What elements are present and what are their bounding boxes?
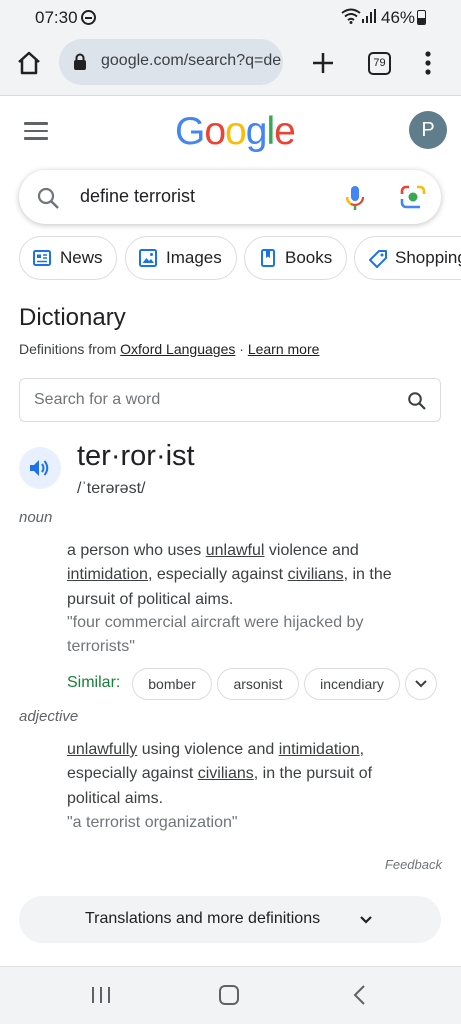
browser-toolbar: google.com/search?q=define+terrorist 79 bbox=[0, 34, 461, 96]
definition-link[interactable]: intimidation bbox=[279, 741, 360, 758]
tag-icon bbox=[369, 250, 387, 268]
definition-link[interactable]: unlawfully bbox=[67, 741, 137, 758]
battery-percentage: 46% bbox=[381, 8, 416, 27]
headword: ter·ror·ist bbox=[77, 440, 195, 472]
definition-link[interactable]: intimidation bbox=[67, 566, 148, 583]
definition-fragment: using violence and bbox=[137, 741, 279, 758]
word-search-field[interactable]: Search for a word bbox=[19, 378, 441, 422]
chip-news[interactable]: News bbox=[19, 236, 117, 280]
pronunciation-button[interactable] bbox=[19, 447, 61, 489]
main-menu-icon[interactable] bbox=[24, 122, 48, 140]
chip-books[interactable]: Books bbox=[244, 236, 347, 280]
similar-word-chip[interactable]: arsonist bbox=[217, 668, 299, 700]
definition-text: unlawfully using violence and intimidati… bbox=[67, 738, 429, 811]
search-icon[interactable] bbox=[407, 391, 427, 411]
recent-apps-icon[interactable] bbox=[90, 985, 112, 1005]
feedback-link[interactable]: Feedback bbox=[385, 857, 442, 872]
similar-label: Similar: bbox=[67, 674, 121, 691]
source-separator: · bbox=[235, 341, 248, 357]
home-icon[interactable] bbox=[14, 48, 44, 78]
definition-link[interactable]: civilians bbox=[288, 566, 344, 583]
usage-example: "a terrorist organization" bbox=[67, 814, 238, 831]
battery-icon bbox=[417, 10, 426, 25]
oxford-languages-link[interactable]: Oxford Languages bbox=[120, 341, 235, 357]
definition-link[interactable]: civilians bbox=[198, 765, 254, 782]
android-navigation-bar bbox=[0, 966, 461, 1024]
home-button-icon[interactable] bbox=[219, 985, 239, 1005]
usage-example: "four commercial aircraft were hijacked … bbox=[67, 614, 364, 656]
logo-letter: l bbox=[266, 110, 275, 153]
logo-letter: g bbox=[245, 110, 268, 153]
chip-label: Shopping bbox=[395, 248, 461, 267]
similar-word-chip[interactable]: bomber bbox=[132, 668, 212, 700]
definitions-prefix: Definitions from bbox=[19, 341, 121, 357]
search-input[interactable]: define terrorist bbox=[80, 186, 195, 207]
account-avatar[interactable]: P bbox=[409, 111, 447, 149]
definition-link[interactable]: unlawful bbox=[206, 542, 265, 559]
similar-word-chip[interactable]: incendiary bbox=[304, 668, 400, 700]
do-not-disturb-icon bbox=[81, 10, 96, 25]
logo-letter: e bbox=[274, 110, 296, 153]
status-time: 07:30 bbox=[35, 8, 78, 27]
logo-letter: o bbox=[204, 110, 226, 153]
chevron-down-icon bbox=[415, 680, 427, 688]
chip-shopping[interactable]: Shopping bbox=[354, 236, 461, 280]
chevron-down-icon bbox=[360, 916, 372, 924]
phonetic-spelling: /ˈterərəst/ bbox=[77, 480, 146, 497]
word-search-placeholder: Search for a word bbox=[34, 391, 161, 408]
part-of-speech: noun bbox=[19, 509, 53, 526]
dictionary-title: Dictionary bbox=[19, 304, 126, 331]
voice-search-icon[interactable] bbox=[345, 185, 365, 211]
definition-fragment: , especially against bbox=[147, 566, 288, 584]
search-box[interactable]: define terrorist bbox=[19, 170, 441, 224]
definition-text: a person who uses unlawful violence and … bbox=[67, 539, 429, 612]
logo-letter: o bbox=[225, 110, 247, 153]
learn-more-link[interactable]: Learn more bbox=[248, 341, 320, 357]
tab-switcher-button[interactable]: 79 bbox=[368, 52, 391, 75]
translations-label: Translations and more definitions bbox=[85, 910, 321, 927]
wifi-icon bbox=[341, 8, 361, 24]
definition-fragment: violence and bbox=[264, 542, 359, 559]
news-icon bbox=[33, 250, 51, 266]
chip-label: Images bbox=[166, 248, 222, 267]
search-icon bbox=[37, 187, 59, 209]
new-tab-icon[interactable] bbox=[308, 48, 338, 78]
definitions-source: Definitions from Oxford Languages · Lear… bbox=[19, 341, 319, 357]
address-bar[interactable]: google.com/search?q=define+terrorist bbox=[59, 39, 283, 85]
back-icon[interactable] bbox=[352, 984, 368, 1006]
logo-letter: G bbox=[175, 110, 205, 153]
image-icon bbox=[139, 249, 157, 267]
google-logo[interactable]: Google bbox=[175, 110, 296, 154]
expand-similar-button[interactable] bbox=[405, 668, 437, 700]
search-filter-chips: News Images Books Shopping bbox=[19, 236, 461, 280]
lock-icon bbox=[74, 53, 86, 70]
chip-images[interactable]: Images bbox=[125, 236, 237, 280]
speaker-icon bbox=[30, 460, 49, 476]
chip-label: News bbox=[60, 248, 103, 267]
status-bar: 07:30 46% bbox=[0, 0, 461, 34]
translations-more-definitions-button[interactable]: Translations and more definitions bbox=[19, 896, 441, 943]
book-icon bbox=[261, 249, 275, 267]
google-lens-icon[interactable] bbox=[400, 185, 426, 209]
chip-label: Books bbox=[285, 248, 333, 267]
signal-icon bbox=[362, 9, 376, 23]
part-of-speech: adjective bbox=[19, 708, 79, 725]
battery-level-fill bbox=[418, 18, 425, 24]
definition-fragment: a person who uses bbox=[67, 542, 206, 559]
more-options-icon[interactable] bbox=[418, 48, 438, 78]
url-text: google.com/search?q=define+terrorist bbox=[101, 52, 281, 69]
